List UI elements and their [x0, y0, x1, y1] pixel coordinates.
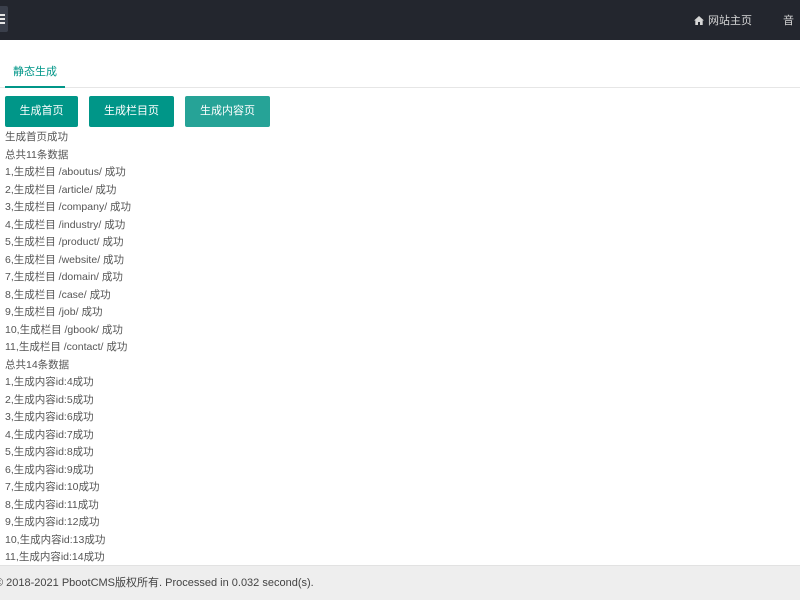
- log-line: 7,生成栏目 /domain/ 成功: [5, 271, 123, 283]
- log-line: 4,生成内容id:7成功: [5, 428, 94, 441]
- log-line: 4,生成栏目 /industry/ 成功: [5, 218, 126, 231]
- log-line: 5,生成栏目 /product/ 成功: [5, 236, 124, 248]
- log-line: 生成首页成功: [5, 131, 68, 143]
- log-line: 总共14条数据: [5, 358, 70, 371]
- home-icon: [694, 15, 704, 25]
- log-line: 9,生成栏目 /job/ 成功: [5, 306, 103, 318]
- log-line: 7,生成内容id:10成功: [5, 481, 100, 493]
- nav-item-cut-off[interactable]: 音: [783, 0, 794, 40]
- log-line: 11,生成栏目 /contact/ 成功: [5, 341, 128, 353]
- log-line: 2,生成内容id:5成功: [5, 393, 94, 406]
- log-line: 2,生成栏目 /article/ 成功: [5, 183, 117, 196]
- log-line: 10,生成内容id:13成功: [5, 533, 106, 546]
- log-line: 8,生成内容id:11成功: [5, 498, 99, 511]
- log-line: 5,生成内容id:8成功: [5, 446, 94, 458]
- log-line: 6,生成内容id:9成功: [5, 463, 94, 476]
- log-line: 10,生成栏目 /gbook/ 成功: [5, 323, 123, 336]
- generate-content-button[interactable]: 生成内容页: [185, 96, 270, 127]
- footer-copyright: © 2018-2021 PbootCMS版权所有. Processed in 0…: [0, 577, 314, 589]
- nav-item-cut-label: 音: [783, 15, 794, 27]
- log-line: 总共11条数据: [5, 148, 69, 161]
- generate-columns-button[interactable]: 生成栏目页: [89, 96, 174, 127]
- log-line: 11,生成内容id:14成功: [5, 551, 105, 563]
- log-line: 3,生成栏目 /company/ 成功: [5, 201, 132, 213]
- tab-bar: 静态生成: [0, 40, 800, 88]
- top-header-bar: 网站主页 音: [0, 0, 800, 40]
- generate-index-button[interactable]: 生成首页: [5, 96, 78, 127]
- tab-static-generation[interactable]: 静态生成: [5, 56, 65, 88]
- log-line: 3,生成内容id:6成功: [5, 411, 94, 423]
- footer: © 2018-2021 PbootCMS版权所有. Processed in 0…: [0, 565, 800, 600]
- nav-site-home-link[interactable]: 网站主页: [694, 0, 752, 40]
- log-line: 6,生成栏目 /website/ 成功: [5, 253, 125, 266]
- nav-site-home-label: 网站主页: [708, 15, 752, 27]
- log-line: 1,生成栏目 /aboutus/ 成功: [5, 166, 126, 178]
- hamburger-icon[interactable]: [0, 6, 8, 32]
- log-line: 9,生成内容id:12成功: [5, 516, 100, 528]
- log-line: 8,生成栏目 /case/ 成功: [5, 288, 111, 301]
- generation-log: 生成首页成功 总共11条数据 1,生成栏目 /aboutus/ 成功 2,生成栏目 /…: [5, 129, 131, 567]
- log-line: 1,生成内容id:4成功: [5, 376, 94, 388]
